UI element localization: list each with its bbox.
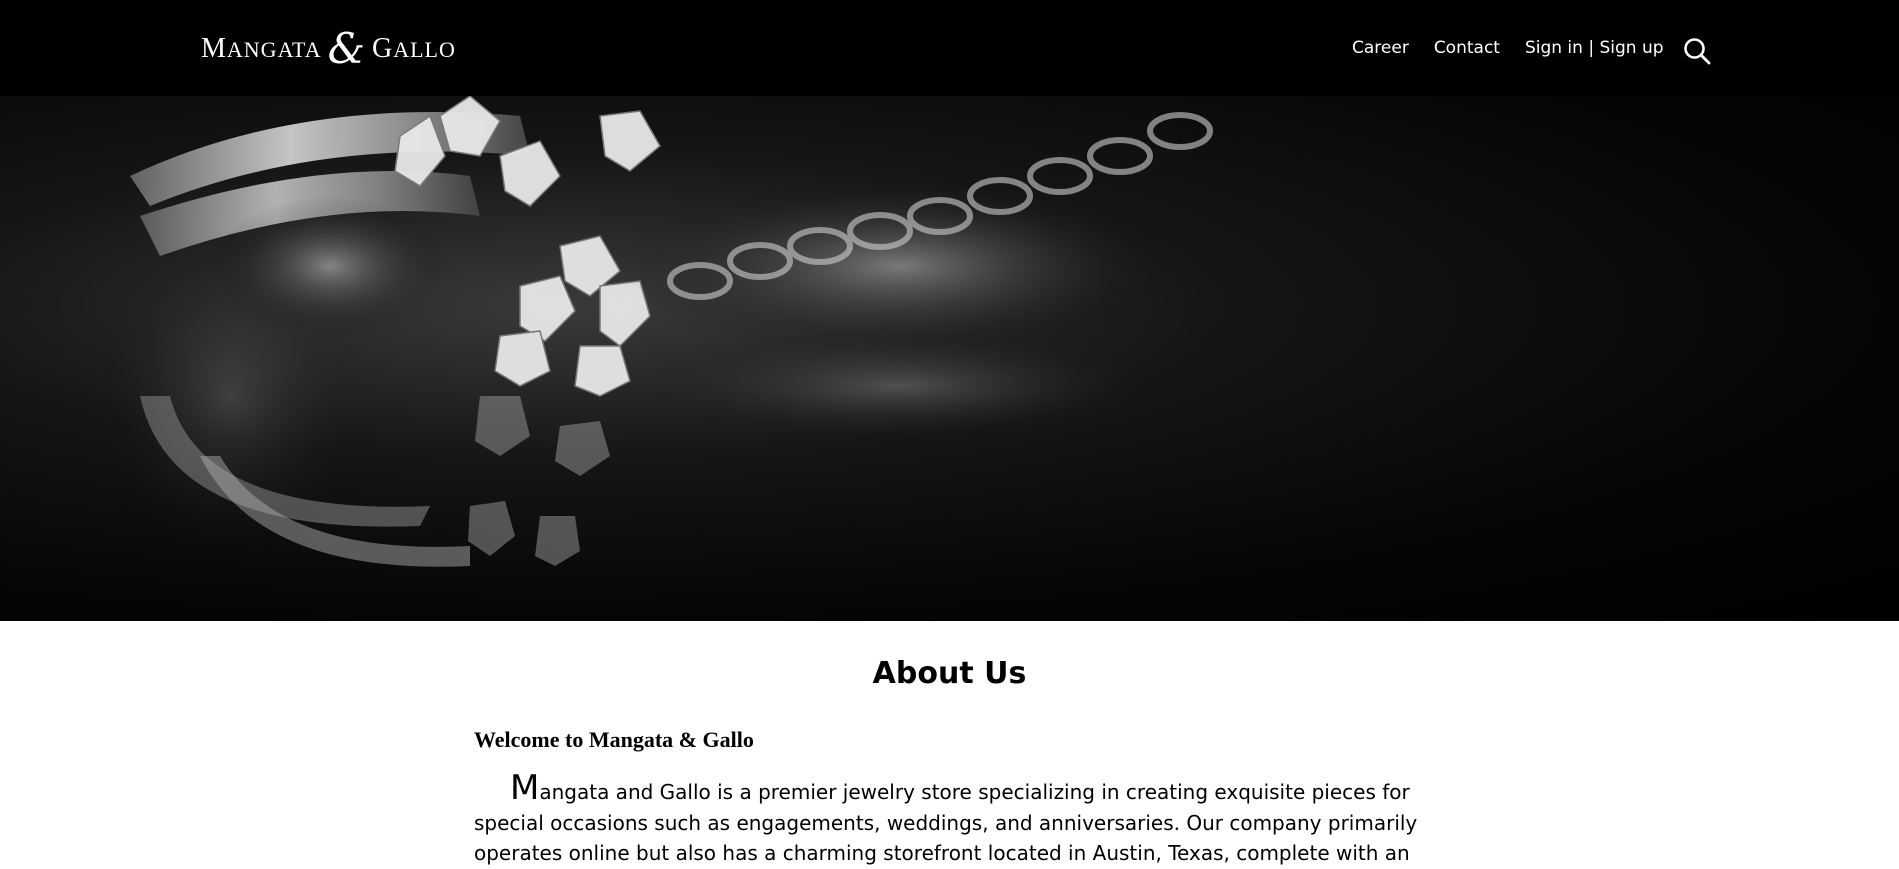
logo-text-angata: ANGATA <box>226 37 322 62</box>
logo-text-allo: ALLO <box>393 37 456 62</box>
about-us-heading: About Us <box>872 656 1027 691</box>
nav-link-career[interactable]: Career <box>1352 38 1409 58</box>
hero-image <box>0 96 1899 621</box>
intro-dropcap: M <box>510 768 540 808</box>
brand-logo[interactable]: M ANGATA & G ALLO <box>201 22 456 70</box>
intro-paragraph: Mangata and Gallo is a premier jewelry s… <box>474 771 1434 869</box>
main-nav: Career Contact Sign in | Sign up <box>1352 38 1664 58</box>
nav-link-contact[interactable]: Contact <box>1434 38 1500 58</box>
logo-ampersand: & <box>327 24 366 73</box>
about-section: About Us Welcome to Mangata & Gallo Mang… <box>0 621 1899 868</box>
nav-link-signin-signup[interactable]: Sign in | Sign up <box>1525 38 1664 58</box>
logo-letter-m: M <box>201 33 227 64</box>
logo-letter-g: G <box>371 33 394 64</box>
search-icon[interactable] <box>1683 37 1711 65</box>
welcome-heading: Welcome to Mangata & Gallo <box>474 727 754 752</box>
jewelry-photo <box>90 96 1213 567</box>
site-header: M ANGATA & G ALLO Career Contact Sign in |… <box>0 0 1899 96</box>
intro-text: angata and Gallo is a premier jewelry st… <box>474 780 1418 865</box>
